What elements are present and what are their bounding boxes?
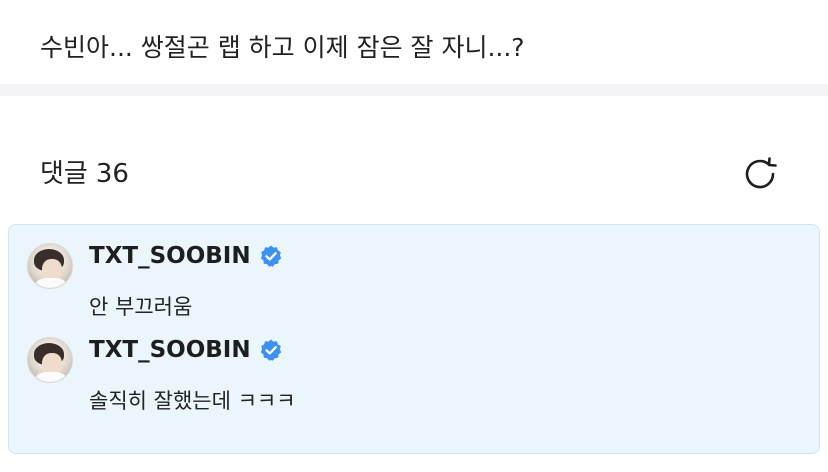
avatar[interactable] bbox=[27, 243, 73, 289]
comment-text: 안 부끄러움 bbox=[89, 295, 193, 319]
highlighted-comments-panel: TXT_SOOBIN 안 부끄러움 TXT_SOOBIN 솔직히 잘했는데 ㅋㅋ… bbox=[8, 224, 820, 454]
refresh-button[interactable] bbox=[738, 152, 782, 196]
refresh-icon bbox=[745, 157, 777, 189]
comments-label: 댓글 bbox=[40, 159, 88, 189]
username-text: TXT_SOOBIN bbox=[89, 243, 251, 269]
verified-badge-icon bbox=[259, 338, 283, 362]
section-divider bbox=[0, 84, 828, 96]
comment-username[interactable]: TXT_SOOBIN bbox=[89, 243, 283, 269]
comments-count: 36 bbox=[95, 159, 129, 189]
username-text: TXT_SOOBIN bbox=[89, 337, 251, 363]
verified-badge-icon bbox=[259, 244, 283, 268]
avatar[interactable] bbox=[27, 337, 73, 383]
comments-header: 댓글 36 bbox=[40, 154, 129, 194]
comment-username[interactable]: TXT_SOOBIN bbox=[89, 337, 283, 363]
comment-text: 솔직히 잘했는데 ㅋㅋㅋ bbox=[89, 389, 296, 413]
post-text: 수빈아... 쌍절곤 랩 하고 이제 잠은 잘 자니...? bbox=[40, 33, 525, 62]
